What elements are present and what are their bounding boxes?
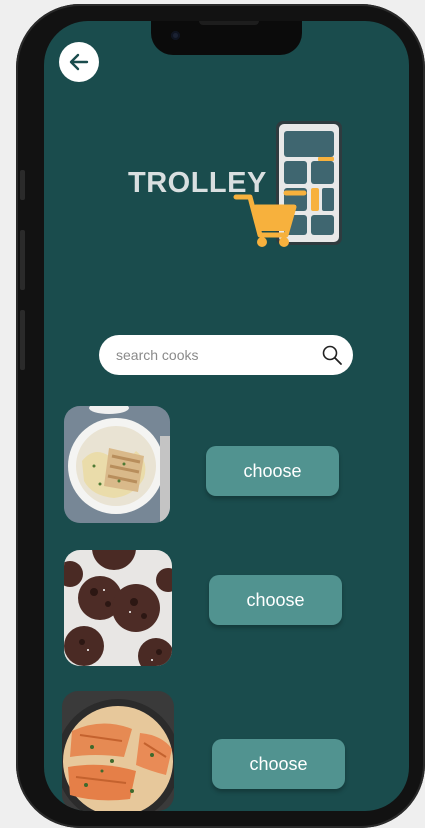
chocolate-cookies-photo (64, 550, 172, 666)
device-mockup: TROLLEY search cooks choose choose choos… (0, 0, 425, 828)
creamy-chicken-pasta-photo (64, 406, 170, 523)
choose-button-1[interactable]: choose (206, 446, 339, 496)
choose-button-2[interactable]: choose (209, 575, 342, 625)
back-button[interactable] (59, 42, 99, 82)
front-camera (171, 31, 180, 40)
search-icon[interactable] (321, 344, 343, 366)
search-input[interactable] (116, 335, 321, 375)
app-screen: TROLLEY search cooks choose choose choos… (44, 21, 409, 811)
recipe-image-pasta[interactable] (64, 406, 170, 523)
silent-switch (20, 170, 25, 200)
logo-wordmark: TROLLEY (128, 167, 267, 199)
notch (151, 21, 302, 55)
choose-button-3[interactable]: choose (212, 739, 345, 789)
trolley-logo: TROLLEY (128, 121, 348, 251)
search-bar (99, 335, 353, 375)
recipe-image-cookies[interactable] (64, 550, 172, 666)
volume-up-button (20, 230, 25, 290)
volume-down-button (20, 310, 25, 370)
recipe-image-salmon[interactable] (62, 691, 174, 811)
creamy-salmon-skillet-photo (62, 691, 174, 811)
arrow-left-icon (69, 53, 89, 71)
speaker-grille (199, 21, 259, 25)
